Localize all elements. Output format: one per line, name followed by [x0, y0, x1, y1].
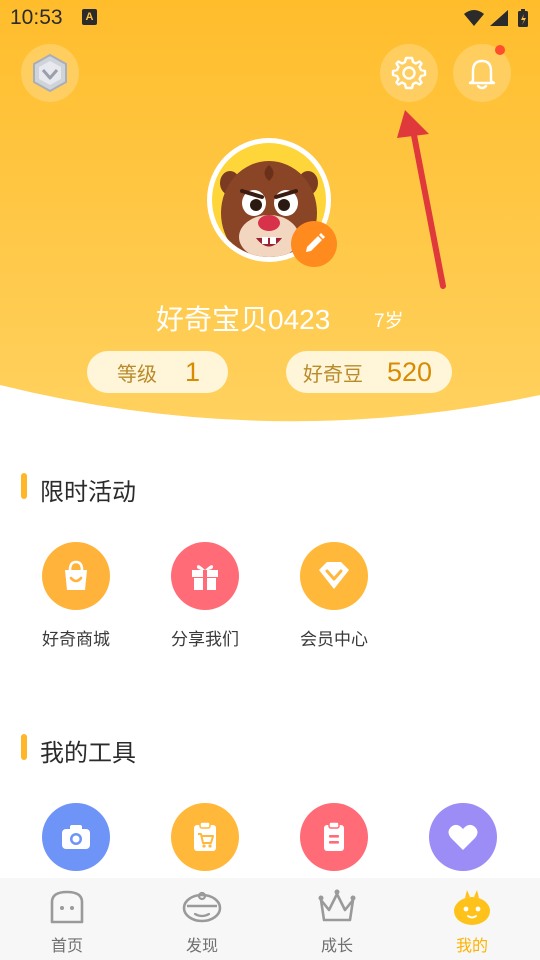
pencil-icon [306, 233, 325, 252]
level-pill[interactable]: 等级 1 [87, 351, 228, 393]
beans-pill[interactable]: 好奇豆 520 [286, 351, 452, 393]
nav-mine[interactable]: 我的 [417, 878, 527, 960]
nav-discover-label: 发现 [185, 938, 218, 955]
bottom-nav: 首页 发现 成长 我的 [0, 878, 540, 960]
crown-icon [318, 889, 356, 922]
section-accent-bar [21, 473, 27, 499]
nav-home-label: 首页 [50, 938, 83, 955]
status-icons [464, 9, 528, 27]
clipboard-icon [324, 821, 344, 851]
heart-icon [448, 824, 478, 850]
username: 好奇宝贝0423 [156, 304, 331, 335]
diamond-icon [319, 562, 349, 589]
vip-badge-button[interactable] [21, 44, 79, 102]
share-item[interactable]: 分享我们 [150, 542, 260, 650]
edit-profile-button[interactable] [291, 221, 337, 267]
share-icon-circle [171, 542, 239, 610]
cart-tool[interactable] [150, 803, 260, 871]
camera-icon-circle [42, 803, 110, 871]
settings-button[interactable] [380, 44, 438, 102]
favorites-tool[interactable] [408, 803, 518, 871]
nav-growth-label: 成长 [320, 938, 353, 955]
profile-mascot-icon [454, 890, 490, 925]
status-time: 10:53 [10, 6, 63, 29]
annotation-arrow [397, 110, 446, 289]
member-label: 会员中心 [300, 630, 368, 649]
notification-a-icon: A [82, 9, 97, 25]
member-icon-circle [300, 542, 368, 610]
signal-icon [490, 10, 508, 26]
shop-label: 好奇商城 [42, 630, 110, 649]
member-item[interactable]: 会员中心 [279, 542, 389, 650]
cart-icon [194, 821, 216, 851]
bell-icon [468, 59, 496, 90]
shop-icon-circle [42, 542, 110, 610]
level-value: 1 [185, 356, 201, 387]
discover-icon [182, 891, 222, 923]
level-label: 等级 [117, 363, 157, 386]
section-title-tools: 我的工具 [40, 740, 136, 767]
camera-icon [62, 825, 90, 849]
camera-tool[interactable] [21, 803, 131, 871]
shop-item[interactable]: 好奇商城 [21, 542, 131, 650]
heart-icon-circle [429, 803, 497, 871]
clipboard-icon-circle [300, 803, 368, 871]
section-accent-bar [21, 734, 27, 760]
gear-icon [391, 56, 427, 90]
nav-mine-label: 我的 [455, 938, 488, 955]
section-title-limited: 限时活动 [40, 479, 136, 506]
age-label: 7岁 [374, 311, 404, 332]
nav-discover[interactable]: 发现 [147, 878, 257, 960]
shopping-bag-icon [65, 560, 87, 590]
gift-icon [192, 565, 218, 590]
notification-dot [495, 45, 505, 55]
shield-hexagon-icon [33, 53, 67, 93]
beans-label: 好奇豆 [303, 363, 363, 386]
nav-home[interactable]: 首页 [12, 878, 122, 960]
clipboard-tool[interactable] [279, 803, 389, 871]
home-icon [50, 890, 84, 924]
cart-icon-circle [171, 803, 239, 871]
nav-growth[interactable]: 成长 [282, 878, 392, 960]
share-label: 分享我们 [171, 630, 239, 649]
wifi-icon [464, 10, 484, 26]
beans-value: 520 [387, 356, 433, 387]
